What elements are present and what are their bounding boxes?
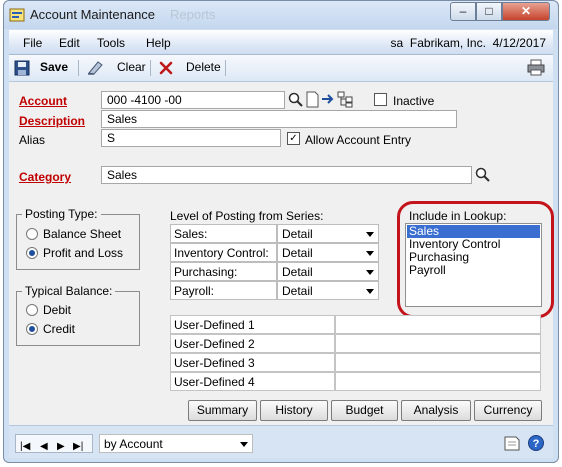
- user-defined-4-label: User-Defined 4: [170, 372, 335, 391]
- user-defined-2-label: User-Defined 2: [170, 334, 335, 353]
- series-dropdown-payroll[interactable]: Detail: [277, 281, 379, 300]
- inactive-checkbox[interactable]: [374, 93, 387, 106]
- menu-edit[interactable]: Edit: [59, 36, 80, 50]
- currency-button[interactable]: Currency: [474, 400, 542, 421]
- alias-field[interactable]: S: [101, 129, 281, 147]
- account-tree-icon[interactable]: [337, 91, 354, 108]
- svg-text:?: ?: [533, 438, 540, 450]
- description-label: Description: [19, 114, 86, 128]
- summary-button[interactable]: Summary: [188, 400, 257, 421]
- background-window-title: Reports: [170, 7, 216, 22]
- series-dropdown-purchasing[interactable]: Detail: [277, 262, 379, 281]
- series-dropdown-value: Detail: [282, 246, 313, 260]
- delete-button[interactable]: Delete: [186, 60, 221, 74]
- category-label: Category: [19, 170, 72, 184]
- printer-icon[interactable]: [527, 59, 545, 76]
- menu-file[interactable]: File: [23, 36, 42, 50]
- toolbar-separator: [225, 60, 226, 76]
- user-info: sa Fabrikam, Inc. 4/12/2017: [350, 36, 546, 50]
- account-field[interactable]: 000 -4100 -00: [101, 91, 285, 109]
- previous-record-icon[interactable]: ◀: [40, 441, 48, 452]
- series-dropdown-value: Detail: [282, 227, 313, 241]
- analysis-button[interactable]: Analysis: [401, 400, 471, 421]
- sort-by-dropdown[interactable]: by Account: [99, 434, 253, 453]
- sort-by-value: by Account: [104, 437, 163, 451]
- new-account-icon[interactable]: [305, 91, 320, 108]
- user-defined-1-field[interactable]: [335, 315, 541, 334]
- inactive-label: Inactive: [393, 94, 435, 108]
- menu-tools[interactable]: Tools: [97, 36, 125, 50]
- balance-sheet-radio[interactable]: [26, 228, 38, 240]
- balance-sheet-label: Balance Sheet: [43, 227, 122, 241]
- typical-balance-group: [16, 291, 140, 346]
- menu-help[interactable]: Help: [146, 36, 171, 50]
- next-record-icon[interactable]: ▶: [57, 441, 65, 452]
- series-dropdown-value: Detail: [282, 265, 313, 279]
- user-defined-3-label: User-Defined 3: [170, 353, 335, 372]
- toolbar-separator: [78, 60, 79, 76]
- profit-and-loss-label: Profit and Loss: [43, 246, 124, 260]
- first-record-icon[interactable]: |◀: [20, 441, 30, 452]
- allow-entry-label: Allow Account Entry: [305, 133, 412, 147]
- series-label-inventory-control: Inventory Control:: [170, 243, 277, 262]
- help-icon[interactable]: ?: [527, 434, 545, 452]
- toolbar-separator: [150, 60, 151, 76]
- last-record-icon[interactable]: ▶|: [73, 441, 83, 452]
- user-name: sa: [390, 36, 404, 50]
- allow-entry-checkbox[interactable]: ✓: [287, 132, 300, 145]
- description-field[interactable]: Sales: [101, 110, 457, 128]
- chevron-down-icon: [366, 289, 374, 294]
- lookup-item-payroll[interactable]: Payroll: [409, 264, 446, 277]
- posting-series-title: Level of Posting from Series:: [170, 209, 324, 223]
- delete-icon: [159, 61, 173, 75]
- minimize-button[interactable]: –: [450, 2, 476, 21]
- user-defined-4-field[interactable]: [335, 372, 541, 391]
- chevron-down-icon: [366, 251, 374, 256]
- series-dropdown-inventory-control[interactable]: Detail: [277, 243, 379, 262]
- series-label-sales: Sales:: [170, 224, 277, 243]
- account-lookup-icon[interactable]: [287, 91, 304, 108]
- category-field[interactable]: Sales: [101, 166, 472, 184]
- typical-balance-title: Typical Balance:: [22, 284, 116, 298]
- note-icon[interactable]: [503, 434, 521, 452]
- series-dropdown-sales[interactable]: Detail: [277, 224, 379, 243]
- series-label-payroll: Payroll:: [170, 281, 277, 300]
- posting-type-title: Posting Type:: [22, 207, 101, 221]
- credit-radio[interactable]: [26, 323, 38, 335]
- app-icon: [9, 8, 25, 22]
- user-defined-3-field[interactable]: [335, 353, 541, 372]
- save-button[interactable]: Save: [40, 60, 68, 74]
- user-defined-1-label: User-Defined 1: [170, 315, 335, 334]
- history-button[interactable]: History: [260, 400, 328, 421]
- series-dropdown-value: Detail: [282, 284, 313, 298]
- category-lookup-icon[interactable]: [474, 166, 491, 183]
- budget-button[interactable]: Budget: [331, 400, 398, 421]
- company-name: Fabrikam, Inc.: [409, 36, 486, 50]
- save-icon: [14, 60, 30, 76]
- debit-label: Debit: [43, 303, 72, 317]
- user-defined-2-field[interactable]: [335, 334, 541, 353]
- account-label: Account: [19, 94, 67, 108]
- chevron-down-icon: [366, 270, 374, 275]
- alias-label: Alias: [19, 133, 46, 147]
- window-title: Account Maintenance: [30, 7, 156, 22]
- clear-button[interactable]: Clear: [117, 60, 146, 74]
- user-date: 4/12/2017: [492, 36, 546, 50]
- posting-type-group: [16, 214, 140, 270]
- chevron-down-icon: [366, 232, 374, 237]
- series-label-purchasing: Purchasing:: [170, 262, 277, 281]
- lookup-title: Include in Lookup:: [409, 209, 507, 223]
- credit-label: Credit: [43, 322, 76, 336]
- debit-radio[interactable]: [26, 304, 38, 316]
- chevron-down-icon: [240, 442, 248, 447]
- maximize-button[interactable]: □: [476, 2, 502, 21]
- profit-and-loss-radio[interactable]: [26, 247, 38, 259]
- clear-icon: [88, 61, 103, 75]
- next-arrow-icon[interactable]: [321, 91, 336, 108]
- close-button[interactable]: ✕: [502, 2, 550, 21]
